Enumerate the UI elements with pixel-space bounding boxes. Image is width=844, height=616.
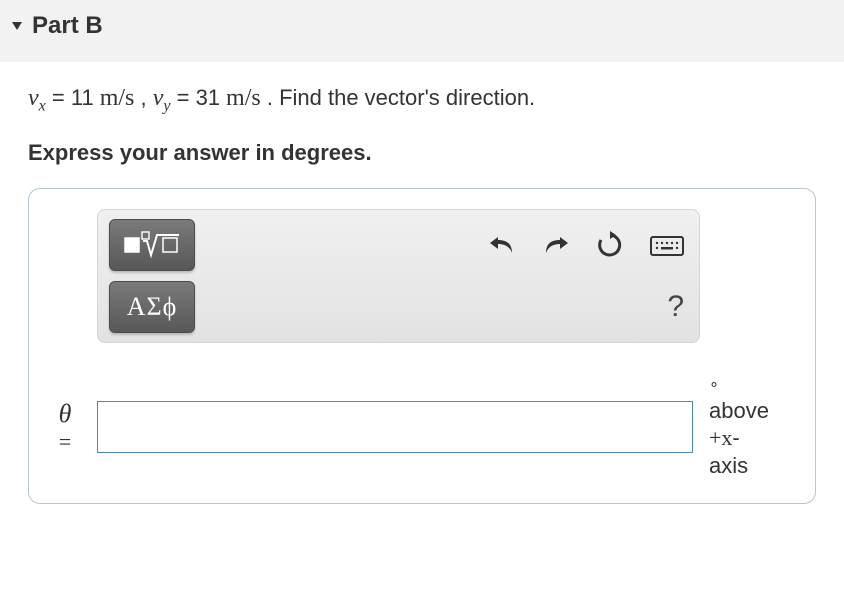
question-prompt: vx = 11 m/s , vy = 31 m/s . Find the vec…: [28, 82, 816, 118]
answer-panel: ΑΣϕ ? θ = ∘ above +x- axis: [28, 188, 816, 505]
sep: ,: [134, 85, 152, 110]
redo-icon: [542, 233, 570, 257]
redo-button[interactable]: [542, 233, 570, 257]
keyboard-button[interactable]: [650, 234, 684, 256]
vy-eq: =: [170, 85, 195, 110]
template-button[interactable]: [109, 219, 195, 271]
vx-eq: =: [46, 85, 71, 110]
toolbar-row-2: ΑΣϕ ?: [109, 281, 688, 333]
vy-val: 31: [196, 85, 220, 110]
greek-button[interactable]: ΑΣϕ: [109, 281, 195, 333]
degree-symbol: ∘: [709, 375, 769, 395]
help-button[interactable]: ?: [667, 290, 684, 324]
theta-symbol: θ: [59, 399, 72, 428]
answer-variable: θ =: [49, 400, 81, 455]
help-label: ?: [667, 290, 684, 323]
vy-var: v: [153, 85, 164, 111]
toolbar-row-1: [109, 219, 688, 271]
keyboard-icon: [650, 234, 684, 256]
vx-sub: x: [39, 97, 46, 114]
reset-button[interactable]: [596, 231, 624, 259]
unit-axis: axis: [709, 453, 748, 478]
part-header[interactable]: Part B: [0, 0, 844, 62]
answer-row: θ = ∘ above +x- axis: [49, 375, 795, 480]
unit-dash: -: [732, 425, 739, 450]
vx-unit: m/s: [94, 85, 135, 111]
undo-icon: [488, 233, 516, 257]
unit-label: ∘ above +x- axis: [709, 375, 769, 480]
reset-icon: [596, 231, 624, 259]
part-title: Part B: [32, 12, 103, 40]
unit-plusx: +x: [709, 425, 732, 450]
chevron-down-icon: [10, 13, 24, 39]
equals-sign: =: [49, 430, 81, 454]
instruction-text: Express your answer in degrees.: [28, 140, 816, 166]
greek-label: ΑΣϕ: [127, 292, 178, 322]
answer-input[interactable]: [97, 401, 693, 453]
equation-toolbar: ΑΣϕ ?: [97, 209, 700, 343]
vx-val: 11: [71, 85, 94, 110]
toolbar-right-1: [488, 231, 684, 259]
vy-unit: m/s: [220, 85, 261, 111]
question-body: vx = 11 m/s , vy = 31 m/s . Find the vec…: [0, 62, 844, 514]
undo-button[interactable]: [488, 233, 516, 257]
unit-above: above: [709, 398, 769, 423]
vx-var: v: [28, 85, 39, 111]
math-template-icon: [123, 230, 181, 260]
toolbar-left: [109, 219, 195, 271]
prompt-tail: . Find the vector's direction.: [261, 85, 535, 110]
toolbar-left-2: ΑΣϕ: [109, 281, 195, 333]
